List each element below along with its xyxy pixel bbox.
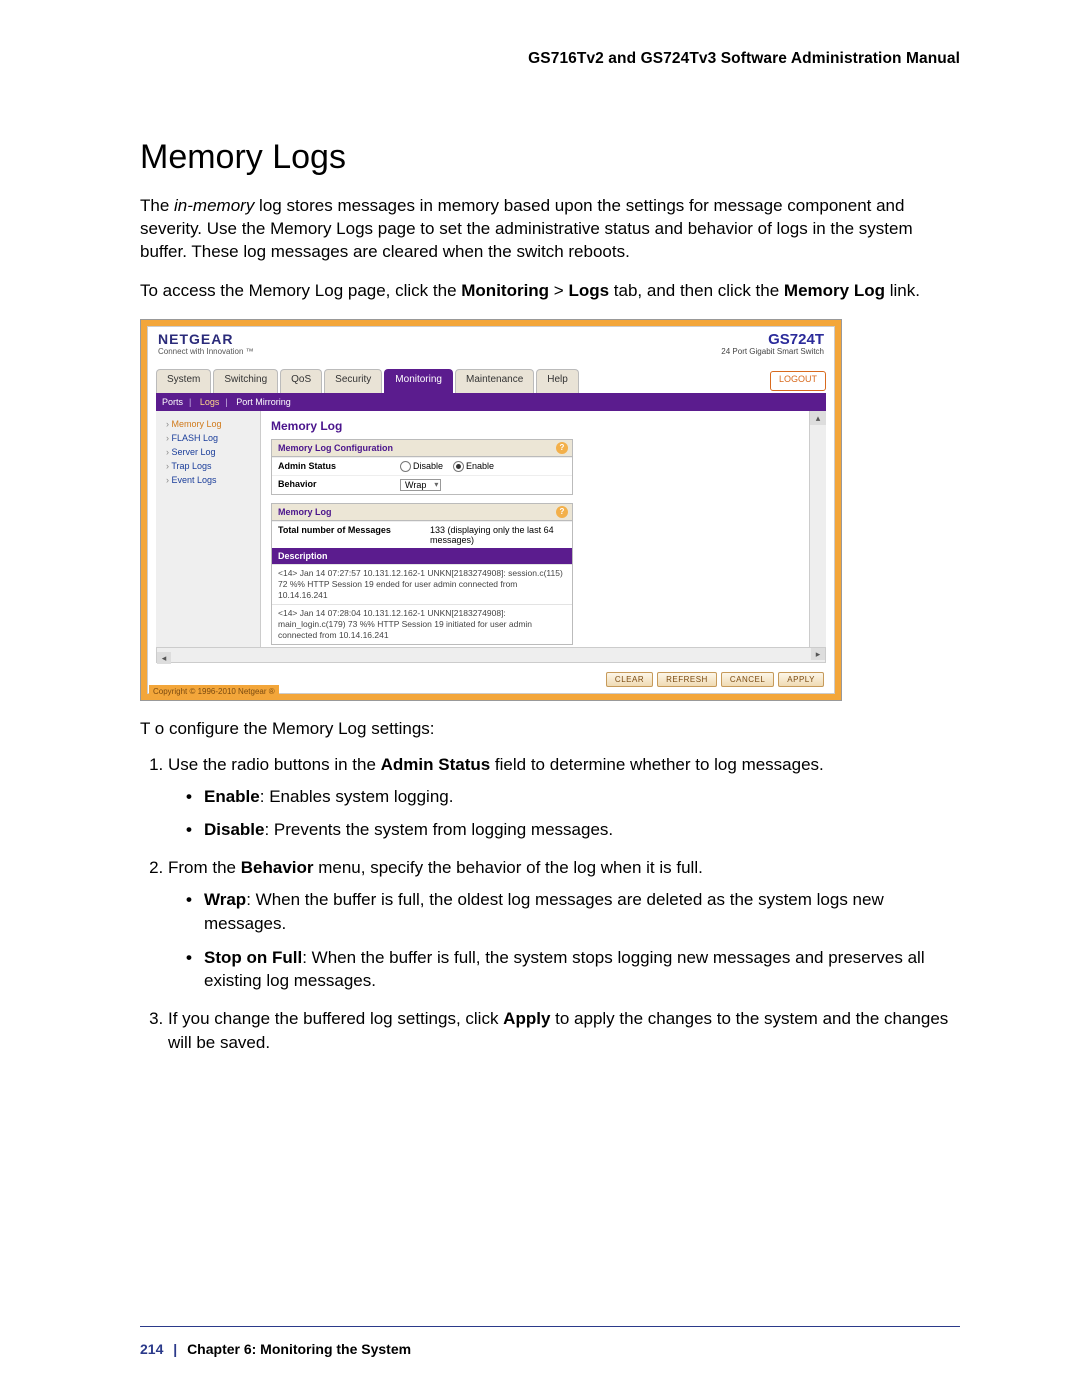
behavior-select[interactable]: Wrap (400, 479, 441, 491)
model-sublabel: 24 Port Gigabit Smart Switch (721, 347, 824, 356)
embedded-screenshot: NETGEAR Connect with Innovation ™ GS724T… (140, 319, 842, 701)
clear-button[interactable]: CLEAR (606, 672, 653, 687)
description-header: Description (272, 548, 572, 564)
scroll-left-icon[interactable]: ◂ (157, 652, 171, 664)
total-messages-value: 133 (displaying only the last 64 message… (424, 522, 572, 548)
refresh-button[interactable]: REFRESH (657, 672, 717, 687)
panel-config: Memory Log Configuration? Admin Status D… (271, 439, 573, 495)
step-3: If you change the buffered log settings,… (168, 1007, 960, 1055)
apply-button[interactable]: APPLY (778, 672, 824, 687)
horizontal-scrollbar[interactable]: ◂ ▸ (156, 647, 826, 663)
bullet-disable: Disable: Prevents the system from loggin… (186, 818, 960, 842)
subnav-ports[interactable]: Ports (162, 397, 183, 407)
bullet-wrap: Wrap: When the buffer is full, the oldes… (186, 888, 960, 936)
sidebar-item-event-logs[interactable]: Event Logs (160, 473, 256, 487)
tab-qos[interactable]: QoS (280, 369, 322, 393)
bullet-stop-on-full: Stop on Full: When the buffer is full, t… (186, 946, 960, 994)
sidebar-item-memory-log[interactable]: Memory Log (160, 417, 256, 431)
tab-monitoring[interactable]: Monitoring (384, 369, 453, 393)
scroll-up-icon[interactable]: ▴ (810, 411, 826, 425)
tab-help[interactable]: Help (536, 369, 579, 393)
copyright-text: Copyright © 1996-2010 Netgear ® (149, 685, 279, 698)
content-heading: Memory Log (271, 419, 820, 433)
log-row: <14> Jan 14 07:28:04 10.131.12.162-1 UNK… (272, 604, 572, 644)
brand-tagline: Connect with Innovation ™ (158, 347, 254, 356)
panel-log: Memory Log? Total number of Messages 133… (271, 503, 573, 645)
running-header: GS716Tv2 and GS724Tv3 Software Administr… (140, 50, 960, 68)
configure-intro: T o configure the Memory Log settings: (140, 719, 960, 739)
tab-system[interactable]: System (156, 369, 211, 393)
radio-enable[interactable] (453, 461, 464, 472)
step-2: From the Behavior menu, specify the beha… (168, 856, 960, 993)
help-icon[interactable]: ? (556, 442, 568, 454)
admin-status-label: Admin Status (272, 458, 394, 475)
sidebar-item-flash-log[interactable]: FLASH Log (160, 431, 256, 445)
step-1: Use the radio buttons in the Admin Statu… (168, 753, 960, 842)
scroll-right-icon[interactable]: ▸ (811, 648, 825, 660)
radio-disable[interactable] (400, 461, 411, 472)
behavior-label: Behavior (272, 476, 394, 494)
cancel-button[interactable]: CANCEL (721, 672, 774, 687)
steps-list: Use the radio buttons in the Admin Statu… (140, 753, 960, 1055)
model-label: GS724T (768, 331, 824, 348)
footer-rule (140, 1326, 960, 1327)
intro-paragraph-1: The in-memory log stores messages in mem… (140, 195, 960, 264)
log-row: <14> Jan 14 07:27:57 10.131.12.162-1 UNK… (272, 564, 572, 604)
main-tabs: System Switching QoS Security Monitoring… (156, 369, 826, 393)
logout-button[interactable]: LOGOUT (770, 371, 826, 391)
sub-nav: Ports| Logs| Port Mirroring (156, 393, 826, 411)
brand-logo: NETGEAR (158, 331, 233, 347)
vertical-scrollbar[interactable]: ▴ ▾ (809, 411, 826, 663)
tab-maintenance[interactable]: Maintenance (455, 369, 534, 393)
bullet-enable: Enable: Enables system logging. (186, 785, 960, 809)
sidebar-item-trap-logs[interactable]: Trap Logs (160, 459, 256, 473)
sidebar: Memory Log FLASH Log Server Log Trap Log… (156, 411, 261, 663)
help-icon[interactable]: ? (556, 506, 568, 518)
subnav-logs[interactable]: Logs (200, 397, 220, 407)
page-title: Memory Logs (140, 138, 960, 177)
intro-paragraph-2: To access the Memory Log page, click the… (140, 280, 960, 303)
sidebar-item-server-log[interactable]: Server Log (160, 445, 256, 459)
tab-security[interactable]: Security (324, 369, 382, 393)
total-messages-label: Total number of Messages (272, 522, 424, 548)
page-footer: 214 | Chapter 6: Monitoring the System (140, 1341, 411, 1357)
tab-switching[interactable]: Switching (213, 369, 278, 393)
subnav-port-mirroring[interactable]: Port Mirroring (236, 397, 291, 407)
